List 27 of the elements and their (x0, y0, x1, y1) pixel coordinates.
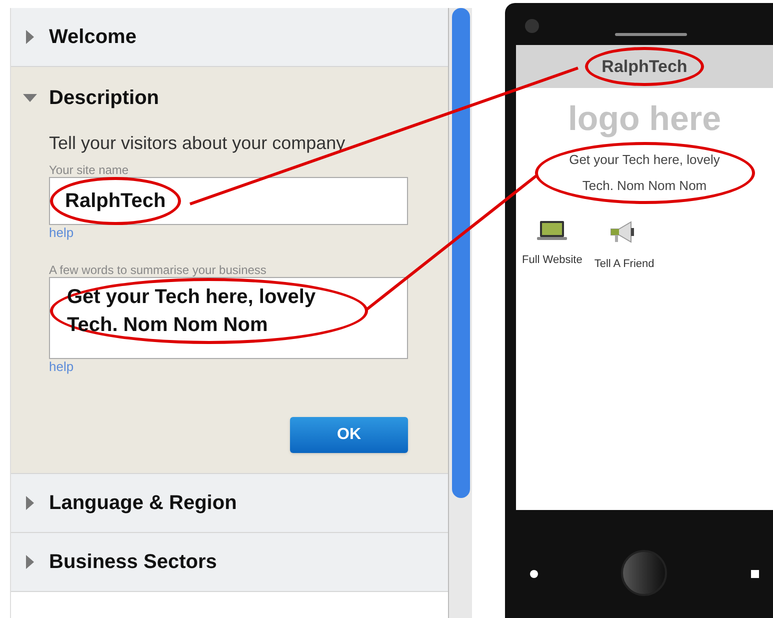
field-label: A few words to summarise your business (49, 263, 268, 277)
section-header[interactable]: Business Sectors (11, 533, 217, 591)
textarea-field[interactable]: Get your Tech here, lovely Tech. Nom Nom Nom (49, 277, 408, 359)
caret-right-icon (26, 30, 34, 44)
light-square (751, 570, 759, 578)
intro-text: Tell your visitors about your company (49, 132, 346, 155)
app-title: RalphTech (584, 46, 704, 86)
caret-down-icon (23, 94, 37, 102)
highlighted-value: RalphTech (50, 177, 181, 225)
home-button[interactable] (621, 550, 667, 596)
speaker-slot (615, 33, 687, 36)
field-label: Your site name (49, 163, 130, 177)
highlighted-value: Get your Tech here, lovely Tech. Nom Nom Nom (50, 278, 368, 344)
laptop-icon (537, 220, 568, 242)
section-header[interactable]: Language & Region (11, 474, 237, 532)
section-header[interactable]: Description (11, 67, 160, 127)
camera-icon (525, 19, 539, 33)
input-field[interactable]: RalphTech (49, 177, 408, 225)
app-link[interactable]: Full Website (522, 220, 582, 272)
caret-right-icon (26, 555, 34, 569)
app-link[interactable]: Tell A Friend (594, 220, 654, 272)
ok-button[interactable]: OK (290, 417, 408, 453)
logo-text: logo here (568, 100, 722, 138)
caret-right-icon (26, 496, 34, 510)
app-description: Get your Tech here, lovely Tech. Nom Nom Nom (534, 142, 754, 204)
scrollbar-thumb[interactable] (452, 8, 470, 498)
section-header[interactable]: Welcome (11, 8, 136, 66)
